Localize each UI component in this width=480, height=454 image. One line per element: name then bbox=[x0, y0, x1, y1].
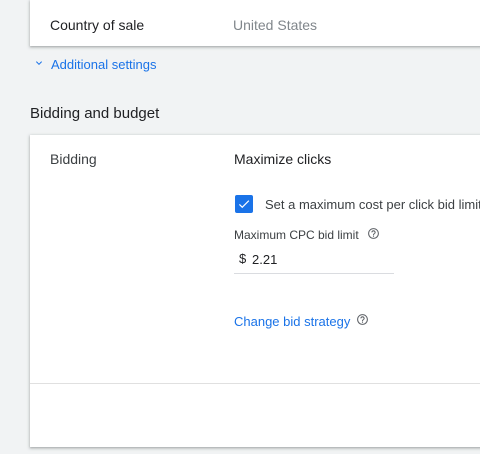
bidding-label: Bidding bbox=[50, 151, 97, 167]
max-cpc-checkbox[interactable] bbox=[235, 195, 253, 213]
country-of-sale-label: Country of sale bbox=[50, 17, 145, 33]
bid-strategy-value: Maximize clicks bbox=[234, 151, 332, 167]
cpc-field-label-row: Maximum CPC bid limit bbox=[234, 227, 380, 243]
cpc-field-label: Maximum CPC bid limit bbox=[234, 228, 359, 242]
change-bid-strategy-label: Change bid strategy bbox=[234, 313, 351, 329]
help-icon[interactable] bbox=[367, 227, 380, 243]
country-of-sale-card: Country of sale United States bbox=[30, 0, 480, 46]
max-cpc-input[interactable] bbox=[252, 249, 382, 269]
currency-symbol: $ bbox=[239, 251, 247, 266]
max-cpc-checkbox-row[interactable]: Set a maximum cost per click bid limit bbox=[235, 195, 480, 213]
change-bid-strategy-link[interactable]: Change bid strategy bbox=[234, 313, 369, 329]
card-divider bbox=[30, 383, 480, 384]
additional-settings-toggle[interactable]: Additional settings bbox=[33, 57, 157, 72]
section-title: Bidding and budget bbox=[30, 105, 160, 122]
checkmark-icon bbox=[238, 200, 250, 209]
max-cpc-checkbox-label: Set a maximum cost per click bid limit bbox=[265, 196, 480, 212]
bidding-card: Bidding Maximize clicks Set a maximum co… bbox=[30, 135, 480, 447]
help-icon[interactable] bbox=[356, 313, 369, 329]
country-of-sale-value[interactable]: United States bbox=[233, 17, 317, 33]
cpc-input-wrapper: $ bbox=[234, 247, 394, 274]
additional-settings-label: Additional settings bbox=[51, 57, 157, 72]
chevron-down-icon bbox=[33, 57, 45, 72]
